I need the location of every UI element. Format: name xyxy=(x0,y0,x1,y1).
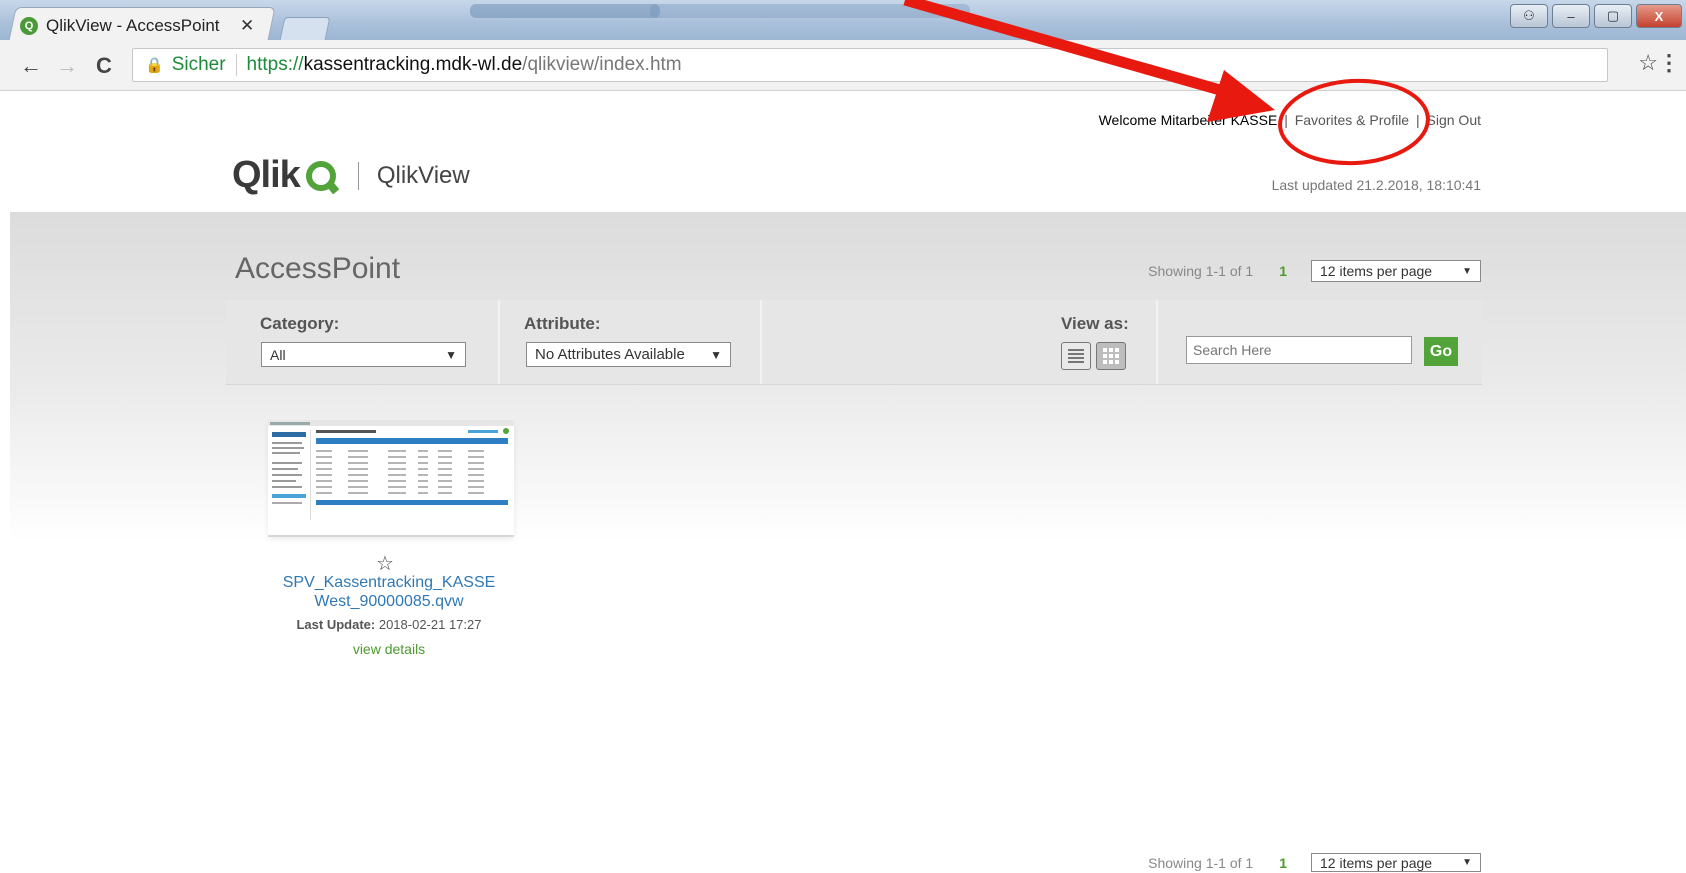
reload-icon[interactable]: C xyxy=(96,53,112,79)
maximize-button[interactable]: ▢ xyxy=(1594,4,1632,28)
page-number-link[interactable]: 1 xyxy=(1279,263,1287,279)
category-select[interactable]: All ▼ xyxy=(261,342,466,367)
pager-top: Showing 1-1 of 1 1 12 items per page ▼ xyxy=(1148,260,1481,282)
favorites-profile-link[interactable]: Favorites & Profile xyxy=(1295,112,1409,128)
showing-count: Showing 1-1 of 1 xyxy=(1148,854,1254,871)
tab-title: QlikView - AccessPoint xyxy=(46,16,220,35)
filter-divider xyxy=(1156,300,1158,384)
qlik-logo: Qlik QlikView xyxy=(232,154,470,197)
last-updated-text: Last updated 21.2.2018, 18:10:41 xyxy=(1271,177,1481,193)
document-name-link[interactable]: SPV_Kassentracking_KASSE West_90000085.q… xyxy=(258,573,520,611)
window-controls: ⚇ – ▢ X xyxy=(1510,4,1682,28)
separator: | xyxy=(1415,112,1420,128)
category-value: All xyxy=(270,346,286,363)
attribute-select[interactable]: No Attributes Available ▼ xyxy=(526,342,731,367)
back-arrow-icon[interactable]: ← xyxy=(20,53,42,79)
filter-panel: Category: All ▼ Attribute: No Attributes… xyxy=(226,300,1482,385)
tab-close-icon[interactable]: ✕ xyxy=(240,16,254,36)
category-filter: Category: All ▼ xyxy=(226,300,494,384)
browser-toolbar: ← → C 🔒 Sicher https://kassentracking.md… xyxy=(0,40,1686,91)
browser-titlebar: Q QlikView - AccessPoint ✕ ⚇ – ▢ X xyxy=(0,0,1686,41)
address-separator xyxy=(235,54,237,76)
dropdown-arrow-icon: ▼ xyxy=(1462,265,1472,277)
url-scheme: https:// xyxy=(246,54,304,75)
user-profile-icon[interactable]: ⚇ xyxy=(1510,4,1548,28)
last-update-value: 2018-02-21 17:27 xyxy=(378,617,482,632)
forward-arrow-icon[interactable]: → xyxy=(56,53,78,79)
document-preview-image xyxy=(268,420,514,525)
blurred-title-segment xyxy=(650,4,970,18)
minimize-button[interactable]: – xyxy=(1552,4,1590,28)
close-window-button[interactable]: X xyxy=(1636,4,1682,28)
sign-out-link[interactable]: Sign Out xyxy=(1427,112,1481,128)
view-details-link[interactable]: view details xyxy=(258,641,520,657)
url-host: kassentracking.mdk-wl.de xyxy=(303,54,523,75)
view-as-label: View as: xyxy=(1061,314,1129,333)
grid-view-icon[interactable] xyxy=(1096,342,1126,370)
lock-icon: 🔒 xyxy=(145,57,164,74)
qlikview-wordmark: QlikView xyxy=(376,161,470,189)
separator: | xyxy=(1284,112,1288,128)
items-per-page-value: 12 items per page xyxy=(1320,854,1433,871)
user-bar: Welcome Mitarbeiter KASSE | Favorites & … xyxy=(1099,112,1481,128)
qlik-q-icon xyxy=(305,160,336,191)
blurred-title-segment xyxy=(470,4,660,18)
logo-divider xyxy=(357,161,359,190)
new-tab-button[interactable] xyxy=(279,17,331,40)
dropdown-arrow-icon: ▼ xyxy=(1462,857,1472,868)
browser-menu-icon[interactable]: ⋮ xyxy=(1658,50,1680,76)
page-number-link[interactable]: 1 xyxy=(1279,855,1287,871)
pager-bottom: Showing 1-1 of 1 1 12 items per page ▼ xyxy=(1148,853,1481,872)
page-title: AccessPoint xyxy=(235,252,401,285)
category-label: Category: xyxy=(260,314,340,333)
document-name-line2: West_90000085.qvw xyxy=(314,593,464,610)
document-last-update: Last Update: 2018-02-21 17:27 xyxy=(258,617,520,632)
qlik-wordmark: Qlik xyxy=(232,154,301,196)
attribute-filter: Attribute: No Attributes Available ▼ xyxy=(500,300,760,384)
bookmark-star-icon[interactable]: ☆ xyxy=(1638,50,1658,76)
document-thumbnail[interactable] xyxy=(268,420,514,535)
last-update-label: Last Update: xyxy=(296,617,376,632)
url-path: /qlikview/index.htm xyxy=(522,54,682,75)
address-bar[interactable]: 🔒 Sicher https://kassentracking.mdk-wl.d… xyxy=(132,48,1608,82)
attribute-label: Attribute: xyxy=(524,314,601,333)
welcome-text: Welcome Mitarbeiter KASSE xyxy=(1098,112,1278,128)
go-button[interactable]: Go xyxy=(1424,337,1458,366)
secure-label: Sicher xyxy=(171,54,226,75)
items-per-page-select[interactable]: 12 items per page ▼ xyxy=(1311,853,1481,872)
browser-tab-content[interactable]: Q QlikView - AccessPoint ✕ xyxy=(20,14,254,38)
items-per-page-value: 12 items per page xyxy=(1320,263,1433,279)
document-name-line1: SPV_Kassentracking_KASSE xyxy=(282,574,496,591)
list-view-icon[interactable] xyxy=(1061,342,1091,370)
dropdown-arrow-icon: ▼ xyxy=(710,347,722,362)
attribute-value: No Attributes Available xyxy=(535,346,685,363)
filter-divider xyxy=(760,300,762,384)
items-per-page-select[interactable]: 12 items per page ▼ xyxy=(1311,260,1481,282)
search-input[interactable] xyxy=(1186,336,1412,364)
dropdown-arrow-icon: ▼ xyxy=(445,347,457,362)
showing-count: Showing 1-1 of 1 xyxy=(1148,263,1254,279)
qlikview-favicon-icon: Q xyxy=(20,17,38,35)
